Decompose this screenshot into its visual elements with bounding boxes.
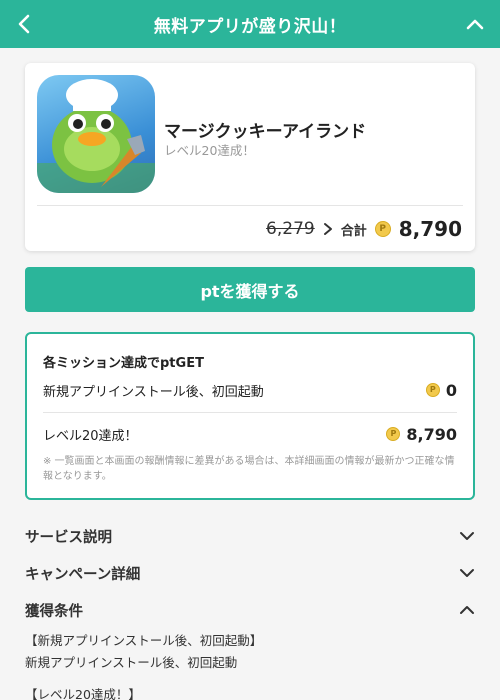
mission-label: 新規アプリインストール後、初回起動 — [43, 384, 264, 400]
missions-title: 各ミッション達成でptGET — [43, 356, 204, 371]
app-card: マージクッキーアイランド レベル20達成！ 6,279 合計 P 8,790 — [25, 63, 475, 251]
chevron-right-icon — [323, 223, 332, 235]
get-points-button[interactable]: ptを獲得する — [25, 267, 475, 312]
accordion-label: サービス説明 — [25, 529, 112, 546]
accordion-label: キャンペーン詳細 — [25, 566, 141, 583]
mission-row: レベル20達成！ P 8,790 — [43, 423, 457, 445]
mission-row: 新規アプリインストール後、初回起動 P 0 — [43, 379, 457, 401]
coin-icon: P — [374, 221, 391, 237]
total-label: 合計 — [340, 223, 367, 239]
app-name: マージクッキーアイランド — [164, 122, 367, 142]
coin-icon: P — [386, 427, 401, 441]
app-icon — [37, 75, 155, 193]
accordion-campaign-details[interactable]: キャンペーン詳細 — [25, 560, 475, 586]
divider — [43, 412, 457, 413]
price-row: 6,279 合計 P 8,790 — [266, 215, 462, 243]
condition-line: 新規アプリインストール後、初回起動 — [25, 655, 238, 670]
divider — [37, 205, 463, 206]
coin-icon: P — [425, 383, 440, 397]
chevron-left-icon[interactable] — [14, 12, 36, 36]
total-price: 8,790 — [398, 217, 462, 241]
mission-label: レベル20達成！ — [43, 428, 138, 444]
chevron-down-icon — [460, 532, 474, 540]
missions-box: 各ミッション達成でptGET 新規アプリインストール後、初回起動 P 0 レベル… — [25, 332, 475, 500]
chevron-up-icon[interactable] — [464, 13, 486, 35]
mission-points: 8,790 — [406, 424, 457, 444]
missions-note: ※ 一覧画面と本画面の報酬情報に差異がある場合は、本詳細画面の情報が最新かつ正確… — [43, 456, 455, 482]
chevron-down-icon — [460, 569, 474, 577]
accordion-acquisition-conditions[interactable]: 獲得条件 — [25, 597, 475, 623]
mission-points: 0 — [445, 380, 457, 400]
accordion-label: 獲得条件 — [25, 603, 83, 620]
old-price: 6,279 — [266, 219, 315, 239]
header-bar: 無料アプリが盛り沢山！ — [0, 0, 500, 48]
app-subtitle: レベル20達成！ — [164, 143, 255, 158]
page-title: 無料アプリが盛り沢山！ — [153, 16, 347, 37]
condition-line: 【レベル20達成！】 — [25, 687, 141, 700]
chevron-up-icon — [460, 606, 474, 614]
accordion-service-description[interactable]: サービス説明 — [25, 523, 475, 549]
condition-line: 【新規アプリインストール後、初回起動】 — [25, 633, 263, 648]
